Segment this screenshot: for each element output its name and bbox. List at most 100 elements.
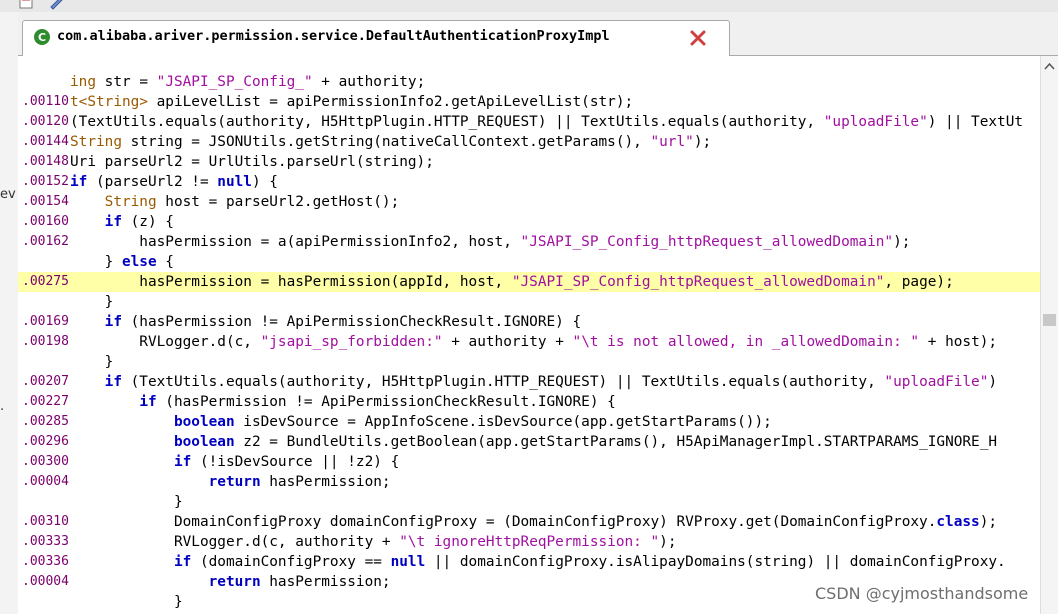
code-line[interactable]: .00296 boolean z2 = BundleUtils.getBoole… xyxy=(18,432,1040,452)
scroll-up-icon[interactable] xyxy=(1044,62,1055,70)
code-token: + authority + xyxy=(442,334,573,350)
code-line[interactable]: .00310 DomainConfigProxy domainConfigPro… xyxy=(18,512,1040,532)
line-number: .00336 xyxy=(22,554,69,569)
string-token: "\t ignoreHttpReqPermission: " xyxy=(399,534,660,550)
code-token: + host); xyxy=(919,334,998,350)
code-line[interactable]: .00162 hasPermission = a(apiPermissionIn… xyxy=(18,232,1040,252)
vertical-scrollbar[interactable] xyxy=(1040,56,1058,614)
left-panel-edge: ev . xyxy=(0,12,19,614)
highlighted-code-line[interactable]: .00275 hasPermission = hasPermission(app… xyxy=(18,272,1040,292)
code-token: ) || TextUt xyxy=(927,114,1024,130)
code-line[interactable]: } else { xyxy=(18,252,1040,272)
keyword-token: boolean xyxy=(173,414,235,430)
editor-tab[interactable]: C com.alibaba.ariver.permission.service.… xyxy=(22,20,730,56)
scrollbar-thumb[interactable] xyxy=(1043,314,1056,326)
code-line[interactable]: } xyxy=(18,352,1040,372)
code-token: host = parseUrl2.getHost(); xyxy=(156,194,400,210)
line-number: .00285 xyxy=(22,414,69,429)
line-number: .00004 xyxy=(22,474,69,489)
code-text: return hasPermission; xyxy=(70,572,391,592)
keyword-token: if xyxy=(139,394,157,410)
toolbar-document-icon[interactable] xyxy=(18,0,34,10)
code-token: hasPermission = a(apiPermissionInfo2, ho… xyxy=(70,234,521,250)
code-token: + authority; xyxy=(312,74,426,90)
line-number: .00148 xyxy=(22,154,69,169)
code-line[interactable]: .00120 (TextUtils.equals(authority, H5Htt… xyxy=(18,112,1040,132)
keyword-token: if xyxy=(173,554,192,570)
line-number: .00333 xyxy=(22,534,69,549)
code-token: (hasPermission != ApiPermissionCheckResu… xyxy=(121,314,582,330)
line-number: .00300 xyxy=(22,454,69,469)
code-text: } xyxy=(70,492,183,512)
code-token: DomainConfigProxy domainConfigProxy = (D… xyxy=(70,514,937,530)
code-line[interactable]: .00169 if (hasPermission != ApiPermissio… xyxy=(18,312,1040,332)
keyword-token: if xyxy=(173,454,192,470)
code-token: } xyxy=(70,294,114,310)
toolbar-pencil-icon[interactable] xyxy=(48,0,64,10)
line-number: .00154 xyxy=(22,194,69,209)
line-number: .00198 xyxy=(22,334,69,349)
code-line[interactable]: .00285 boolean isDevSource = AppInfoScen… xyxy=(18,412,1040,432)
code-line[interactable]: .00336 if (domainConfigProxy == null || … xyxy=(18,552,1040,572)
code-line[interactable]: ing str = "JSAPI_SP_Config_" + authority… xyxy=(18,72,1040,92)
code-text: hasPermission = a(apiPermissionInfo2, ho… xyxy=(70,232,910,252)
string-token: "\t is not allowed, in _allowedDomain: " xyxy=(572,334,920,350)
code-line[interactable]: .00198 RVLogger.d(c, "jsapi_sp_forbidden… xyxy=(18,332,1040,352)
code-line[interactable]: .00110 t<String> apiLevelList = apiPermis… xyxy=(18,92,1040,112)
code-line[interactable]: .00004 return hasPermission; xyxy=(18,472,1040,492)
code-token: ); xyxy=(693,134,712,150)
keyword-token: boolean xyxy=(173,434,235,450)
keyword-token: null xyxy=(217,174,252,190)
code-text: boolean z2 = BundleUtils.getBoolean(app.… xyxy=(70,432,997,452)
code-line[interactable]: .00148 Uri parseUrl2 = UrlUtils.parseUrl(… xyxy=(18,152,1040,172)
string-token: "JSAPI_SP_Config_httpRequest_allowedDoma… xyxy=(520,234,894,250)
line-number: .00207 xyxy=(22,374,69,389)
code-line[interactable]: } xyxy=(18,292,1040,312)
code-text: boolean isDevSource = AppInfoScene.isDev… xyxy=(70,412,772,432)
editor-tab-bar: C com.alibaba.ariver.permission.service.… xyxy=(18,12,1058,56)
code-line[interactable]: .00144 String string = JSONUtils.getStrin… xyxy=(18,132,1040,152)
code-token: ) xyxy=(988,374,998,390)
type-token: t<String> xyxy=(70,94,148,110)
code-token: RVLogger.d(c, authority + xyxy=(70,534,400,550)
svg-text:C: C xyxy=(38,31,46,44)
code-text: } else { xyxy=(70,252,174,272)
close-icon[interactable] xyxy=(689,29,707,47)
code-line[interactable]: .00207 if (TextUtils.equals(authority, H… xyxy=(18,372,1040,392)
keyword-token: return xyxy=(208,574,261,590)
code-token: } xyxy=(70,254,122,270)
code-line[interactable]: .00154 String host = parseUrl2.getHost()… xyxy=(18,192,1040,212)
code-line[interactable]: } xyxy=(18,492,1040,512)
code-line[interactable]: .00333 RVLogger.d(c, authority + "\t ign… xyxy=(18,532,1040,552)
code-token: (parseUrl2 != xyxy=(87,174,218,190)
code-line[interactable]: .00227 if (hasPermission != ApiPermissio… xyxy=(18,392,1040,412)
line-number: .00169 xyxy=(22,314,69,329)
code-text: t<String> apiLevelList = apiPermissionIn… xyxy=(70,92,633,112)
type-token: String xyxy=(104,194,157,210)
code-token: (domainConfigProxy == xyxy=(191,554,391,570)
code-text: hasPermission = hasPermission(appId, hos… xyxy=(70,272,953,292)
code-text: if (domainConfigProxy == null || domainC… xyxy=(70,552,1006,572)
code-line[interactable]: .00152 if (parseUrl2 != null) { xyxy=(18,172,1040,192)
code-text: RVLogger.d(c, "jsapi_sp_forbidden:" + au… xyxy=(70,332,997,352)
code-line[interactable]: .00160 if (z) { xyxy=(18,212,1040,232)
code-token: || domainConfigProxy.isAlipayDomains(str… xyxy=(425,554,1006,570)
line-number: .00227 xyxy=(22,394,69,409)
line-number: .00160 xyxy=(22,214,69,229)
code-text: if (hasPermission != ApiPermissionCheckR… xyxy=(70,392,616,412)
code-text: Uri parseUrl2 = UrlUtils.parseUrl(string… xyxy=(70,152,434,172)
left-panel-fragment: . xyxy=(0,399,5,414)
line-number: .00152 xyxy=(22,174,69,189)
code-text: if (parseUrl2 != null) { xyxy=(70,172,278,192)
code-token: { xyxy=(156,254,174,270)
code-editor[interactable]: ing str = "JSAPI_SP_Config_" + authority… xyxy=(18,56,1040,614)
code-text: } xyxy=(70,292,114,312)
code-line[interactable]: .00300 if (!isDevSource || !z2) { xyxy=(18,452,1040,472)
